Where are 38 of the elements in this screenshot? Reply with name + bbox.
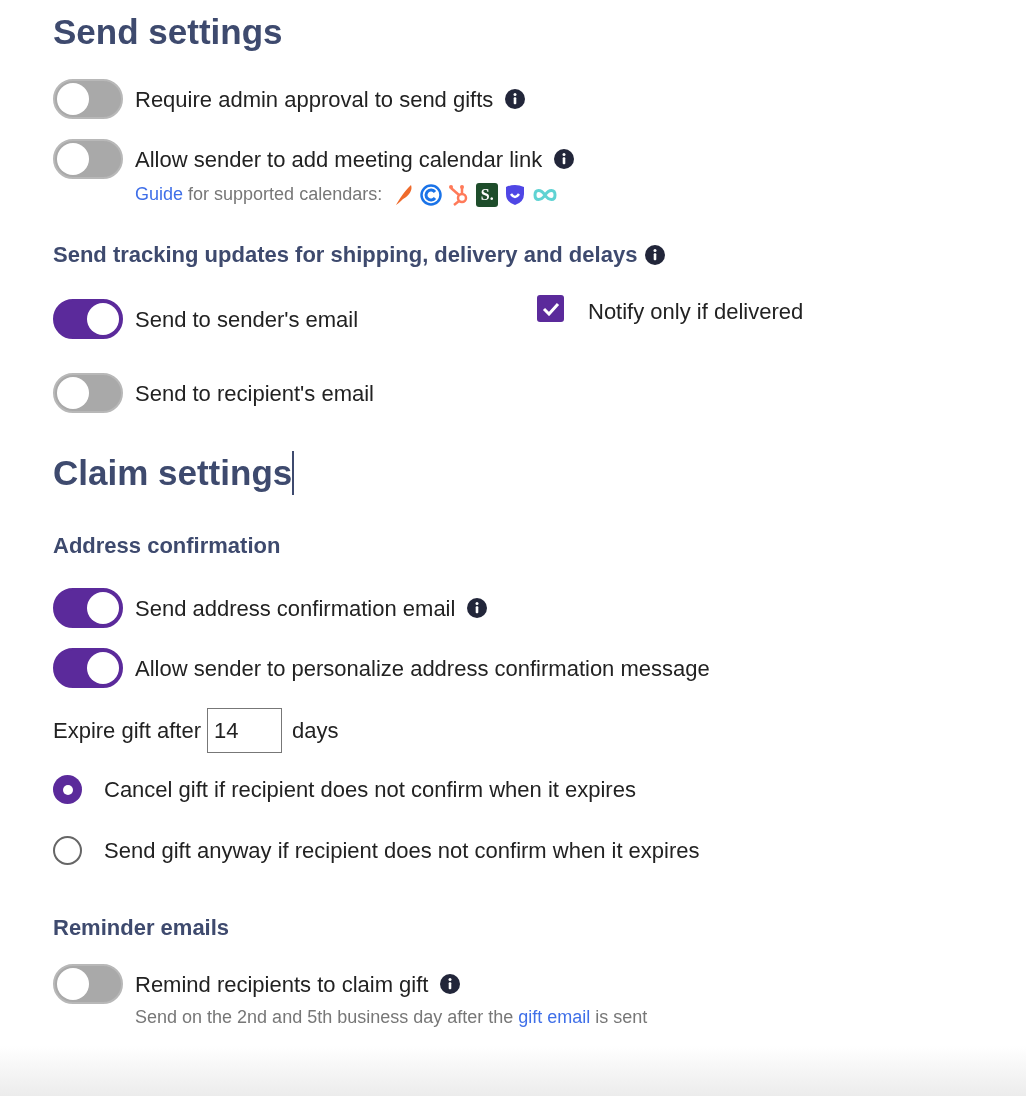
days-label: days bbox=[291, 717, 339, 745]
toggle-switch[interactable] bbox=[53, 299, 123, 339]
toggle-label: Allow sender to add meeting calendar link bbox=[135, 145, 543, 174]
infinity-icon bbox=[532, 187, 559, 202]
guide-text: Guide for supported calendars: bbox=[135, 183, 383, 206]
shield-icon bbox=[504, 183, 527, 206]
radio-label: Cancel gift if recipient does not confirm when it expires bbox=[104, 776, 636, 804]
section-title: Claim settings bbox=[53, 452, 293, 494]
toggle-switch[interactable] bbox=[53, 964, 123, 1004]
subsection-heading: Send tracking updates for shipping, delivery and delays bbox=[53, 241, 638, 269]
toggle-switch[interactable] bbox=[53, 79, 123, 119]
section-title: Send settings bbox=[53, 11, 284, 53]
toggle-switch[interactable] bbox=[53, 588, 123, 628]
ring-icon bbox=[420, 183, 443, 206]
toggle-switch[interactable] bbox=[53, 373, 123, 413]
checkbox[interactable] bbox=[537, 295, 564, 322]
radio-button[interactable] bbox=[53, 836, 82, 865]
gift-email-link[interactable]: gift email bbox=[518, 1007, 591, 1027]
text-cursor bbox=[292, 451, 295, 495]
checkbox-label: Notify only if delivered bbox=[588, 298, 804, 326]
radio-button[interactable] bbox=[53, 775, 82, 804]
expire-label: Expire gift after bbox=[53, 717, 201, 745]
subsection-heading: Address confirmation bbox=[53, 532, 282, 560]
toggle-label: Remind recipients to claim gift bbox=[135, 970, 429, 999]
radio-label: Send gift anyway if recipient does not confirm when it expires bbox=[104, 837, 700, 865]
badge-icon: S. bbox=[476, 182, 499, 207]
reminder-note: Send on the 2nd and 5th business day after the gift email is sent bbox=[135, 1006, 649, 1029]
toggle-label: Send address confirmation email bbox=[135, 594, 456, 623]
guide-link[interactable]: Guide bbox=[135, 184, 184, 204]
toggle-switch[interactable] bbox=[53, 648, 123, 688]
toggle-label: Send to recipient's email bbox=[135, 379, 374, 408]
check-icon bbox=[541, 301, 560, 316]
days-field[interactable]: 14 bbox=[206, 708, 282, 753]
toggle-label: Send to sender's email bbox=[135, 305, 359, 334]
toggle-label: Require admin approval to send gifts bbox=[135, 85, 494, 114]
toggle-switch[interactable] bbox=[53, 139, 123, 179]
subsection-heading: Reminder emails bbox=[53, 914, 231, 942]
toggle-label: Allow sender to personalize address confirmation message bbox=[135, 654, 710, 683]
